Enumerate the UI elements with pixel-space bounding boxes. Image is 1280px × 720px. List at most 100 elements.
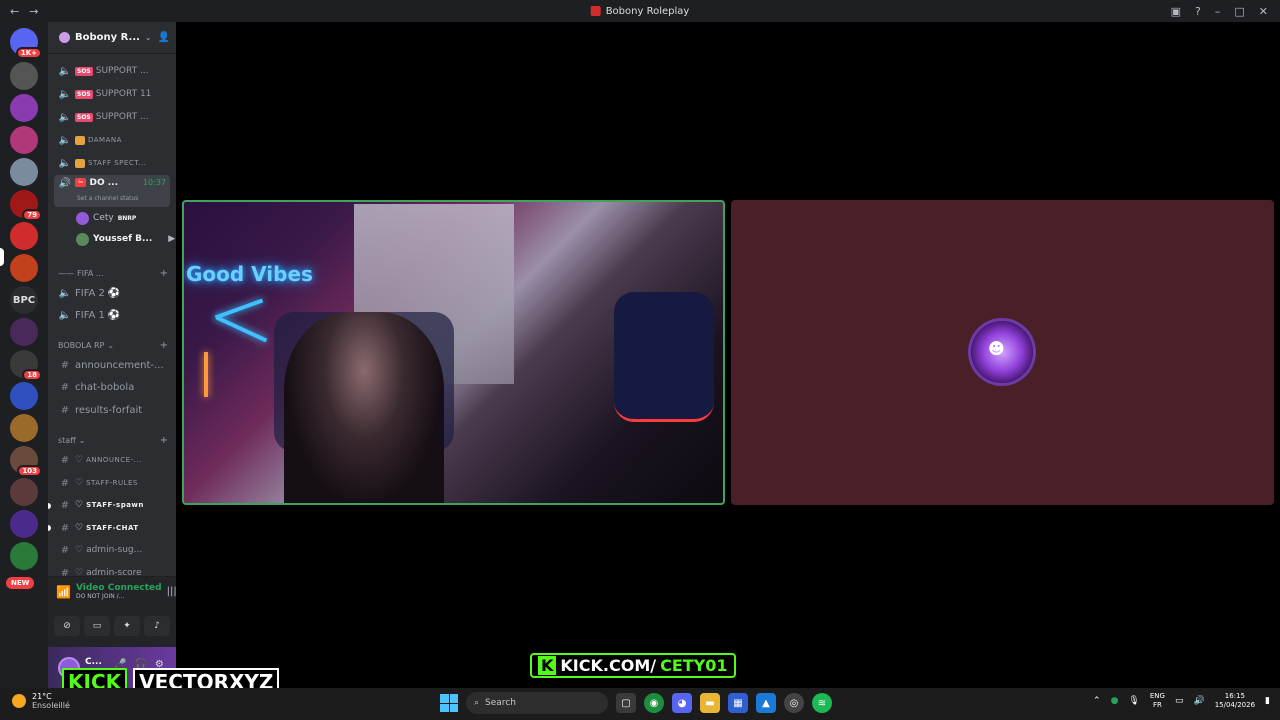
windows-start-icon[interactable] [440,694,458,712]
voice-channel[interactable]: 🔈 SOS SUPPORT ... [54,107,170,127]
photos-icon[interactable]: ▲ [756,693,776,713]
neon-light [215,315,268,343]
sos-tag: SOS [75,112,93,122]
app-icon[interactable]: ▦ [728,693,748,713]
inbox-icon[interactable]: ▣ [1171,5,1181,18]
unread-badge: 18 [22,369,42,381]
minimize-icon[interactable]: – [1215,5,1221,18]
voice-channel[interactable]: 🔈 SOS SUPPORT 11 [54,84,170,104]
server-icon[interactable] [10,158,38,186]
voice-channel[interactable]: 🔈 FIFA 2 ⚽ [54,283,170,303]
shield-icon: ♡ [75,545,84,555]
voice-user[interactable]: Youssef B... ▶ [76,229,175,249]
server-icon[interactable] [10,510,38,538]
spotify-icon[interactable]: ≋ [812,693,832,713]
server-icon[interactable]: 18 [10,350,42,381]
gift-icon [75,158,85,168]
search-placeholder: Search [485,698,516,708]
text-channel[interactable]: # ♡ admin-sug... [54,540,170,560]
server-icon[interactable] [10,414,38,442]
server-icon-active[interactable] [10,222,38,250]
chrome-icon[interactable]: ◉ [644,693,664,713]
task-view-icon[interactable]: ▢ [616,693,636,713]
chevron-down-icon: ⌄ [107,341,115,350]
server-icon[interactable] [10,542,38,570]
voice-channel[interactable]: 🔈 SOS SUPPORT ... [54,61,170,81]
channel-status[interactable]: Set a channel status [77,195,138,202]
search-icon: ⌕ [474,698,480,708]
server-icon[interactable] [10,382,38,410]
server-icon[interactable] [10,318,38,346]
text-channel[interactable]: # chat-bobola [54,377,170,397]
back-icon[interactable]: ← [10,5,19,18]
microphone-icon[interactable]: 🎙 [1128,696,1139,706]
soundboard-button[interactable]: ♪ [144,616,170,636]
camera-tile[interactable]: Good Vibes [182,200,725,505]
channel-label: STAFF SPECT... [88,159,147,167]
server-icon[interactable] [10,62,38,90]
voice-channel[interactable]: 🔈 FIFA 1 ⚽ [54,305,170,325]
chevron-up-icon[interactable]: ⌃ [1093,696,1101,706]
voice-channel-active[interactable]: 🔊 ⛔ DO ... 10:37 [54,175,170,207]
category-staff[interactable]: staff ⌄ + [58,435,168,446]
camera-off-button[interactable]: ⊘ [54,616,80,636]
screen-share-button[interactable]: ▭ [84,616,110,636]
text-channel-unread[interactable]: # ♡ STAFF-spawn [54,495,170,515]
server-icon[interactable] [10,94,38,122]
unread-indicator [48,525,51,531]
weather-widget[interactable]: 21°C Ensoleillé [12,692,70,710]
home-button[interactable]: 1K+ [10,28,42,59]
language-secondary: FR [1152,701,1162,709]
network-icon[interactable]: ▭ [1175,696,1184,706]
discord-icon[interactable]: ◕ [672,693,692,713]
notifications-icon[interactable]: ▮ [1265,696,1270,706]
time: 16:15 [1224,692,1245,700]
server-icon[interactable] [10,126,38,154]
category-fifa[interactable]: —— FIFA ... + [58,268,168,279]
add-channel-icon[interactable]: + [160,435,168,446]
server-icon[interactable]: 79 [10,190,42,221]
maximize-icon[interactable]: □ [1234,5,1244,18]
language-indicator[interactable]: ENG FR [1150,692,1165,710]
server-icon[interactable] [10,254,38,282]
add-channel-icon[interactable]: + [160,340,168,351]
channel-label: SUPPORT ... [95,66,149,76]
voice-channel[interactable]: 🔈 STAFF SPECT... [54,153,170,173]
help-icon[interactable]: ? [1195,5,1201,18]
volume-icon[interactable]: 🔊 [1193,696,1204,706]
forward-icon[interactable]: → [29,5,38,18]
neon-sign: Good Vibes [186,262,313,286]
sos-tag: SOS [75,89,93,99]
server-icon[interactable]: BPC [10,286,38,314]
text-channel[interactable]: # ♡ STAFF-RULES [54,473,170,493]
file-explorer-icon[interactable]: ▬ [700,693,720,713]
user-name: C... [85,657,102,667]
server-icon[interactable]: 103 [10,446,42,477]
taskbar-search[interactable]: ⌕ Search [466,692,608,714]
text-channel[interactable]: # announcement-... [54,355,170,375]
unread-badge: 79 [22,209,42,221]
obs-icon[interactable]: ◎ [784,693,804,713]
activities-button[interactable]: ✦ [114,616,140,636]
text-channel[interactable]: # results-forfait [54,400,170,420]
hash-icon: # [60,404,70,416]
add-channel-icon[interactable]: + [160,268,168,279]
close-icon[interactable]: ✕ [1259,5,1268,18]
server-header[interactable]: Bobony R... ⌄ 👤 [48,22,176,54]
signal-icon[interactable]: 📶 [56,585,71,599]
text-channel[interactable]: # ♡ ANNOUNCE-... [54,450,170,470]
shield-tray-icon[interactable]: ● [1111,696,1119,706]
category-bobola[interactable]: BOBOLA RP ⌄ + [58,340,168,351]
shield-icon: ♡ [75,478,84,488]
kick-logo-icon: K [538,656,557,675]
server-icon[interactable] [10,478,38,506]
text-channel-unread[interactable]: # ♡ STAFF-CHAT [54,518,170,538]
voice-user[interactable]: Cety BNRP [76,208,136,228]
clock[interactable]: 16:15 15/04/2026 [1215,692,1255,710]
channel-label: STAFF-CHAT [86,524,139,532]
voice-channel-name[interactable]: DO NOT JOIN /... [76,593,162,600]
avatar-tile[interactable]: ☻ [731,200,1274,505]
active-server-indicator [0,248,4,266]
invite-people-icon[interactable]: 👤 [158,32,170,43]
voice-channel[interactable]: 🔈 DAMANA [54,130,170,150]
